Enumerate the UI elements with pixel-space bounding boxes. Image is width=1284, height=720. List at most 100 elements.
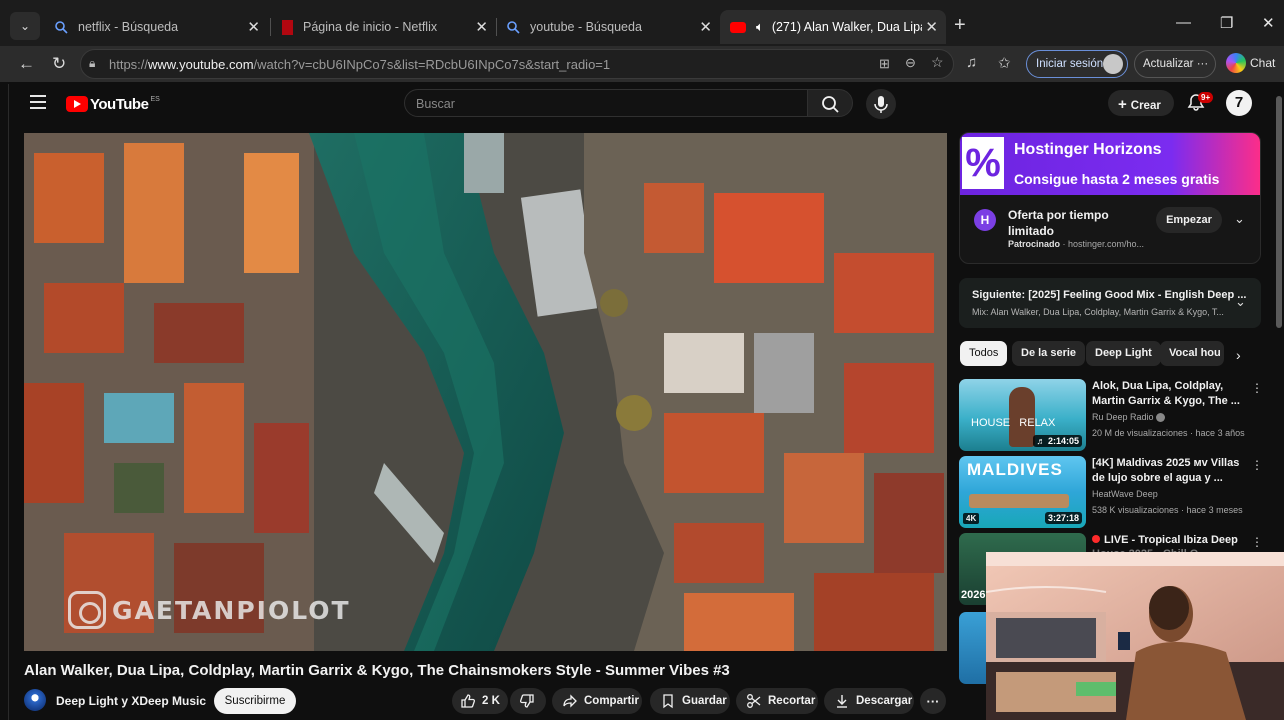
tab-netflix-search[interactable]: netflix - Búsqueda ✕ xyxy=(44,10,268,44)
address-toolbar: ← ↻ 🔒︎ https://www.youtube.com/watch?v=c… xyxy=(0,46,1284,82)
dislike-button[interactable] xyxy=(510,688,546,714)
microphone-icon xyxy=(874,96,888,113)
maximize-icon[interactable]: ❐ xyxy=(1220,14,1233,32)
chevron-down-icon[interactable]: ⌄ xyxy=(1235,294,1246,310)
search-icon xyxy=(506,20,520,34)
close-tab-icon[interactable]: ✕ xyxy=(925,18,938,36)
close-tab-icon[interactable]: ✕ xyxy=(699,18,712,36)
share-icon xyxy=(563,694,577,708)
playlist-icon: ♬ xyxy=(1036,436,1048,446)
ad-banner-subtitle: Consigue hasta 2 meses gratis xyxy=(1014,171,1220,187)
netflix-icon xyxy=(282,19,293,35)
update-button[interactable]: Actualizar ··· xyxy=(1134,50,1216,78)
video-title: Alan Walker, Dua Lipa, Coldplay, Martin … xyxy=(24,662,730,679)
scrollbar-thumb[interactable] xyxy=(1276,96,1282,328)
refresh-icon[interactable]: ↻ xyxy=(52,54,66,74)
lock-icon[interactable]: 🔒︎ xyxy=(89,56,95,71)
search-icon xyxy=(822,96,839,113)
voice-search-button[interactable] xyxy=(866,89,896,119)
ad-banner[interactable]: % Hostinger Horizons Consigue hasta 2 me… xyxy=(960,133,1260,195)
user-avatar[interactable]: 7 xyxy=(1226,90,1252,116)
chip-series[interactable]: De la serie xyxy=(1012,341,1086,366)
create-button[interactable]: + Crear xyxy=(1108,90,1174,116)
scissors-icon xyxy=(747,694,761,708)
favorites-icon[interactable]: ✩ xyxy=(998,54,1011,72)
search-button[interactable] xyxy=(807,89,853,117)
video-player[interactable]: GAETANPIOLOT xyxy=(24,133,947,651)
chip-vocal-house[interactable]: Vocal hou xyxy=(1160,341,1224,366)
video-duration: ♬ 2:14:05 xyxy=(1033,435,1082,447)
chip-all[interactable]: Todos xyxy=(960,341,1008,366)
download-icon xyxy=(837,695,847,708)
close-window-icon[interactable]: ✕ xyxy=(1262,14,1275,32)
next-mix-panel[interactable]: Siguiente: [2025] Feeling Good Mix - Eng… xyxy=(959,278,1261,328)
subscribe-button[interactable]: Suscribirme xyxy=(214,688,296,714)
recommendation-title: [4K] Maldivas 2025 ᴍᴠ Villas de lujo sob… xyxy=(1092,457,1240,484)
video-thumbnail[interactable]: MALDIVES 4K 3:27:18 xyxy=(959,456,1086,528)
webcam-feed-image xyxy=(986,552,1284,720)
live-indicator-icon xyxy=(1092,535,1100,543)
tab-list-dropdown[interactable]: ⌄ xyxy=(10,12,40,40)
recommendation-title: LIVE - Tropical Ibiza Deep xyxy=(1092,533,1242,548)
thumbnail-text: MALDIVES xyxy=(967,460,1063,479)
more-options-icon[interactable]: ⋮ xyxy=(1251,381,1263,395)
clip-button[interactable]: Recortar xyxy=(736,688,818,714)
sponsored-ad-card[interactable]: % Hostinger Horizons Consigue hasta 2 me… xyxy=(959,132,1261,264)
recommendation-item[interactable]: HOUSE RELAX ♬ 2:14:05 Alok, Dua Lipa, Co… xyxy=(959,379,1263,451)
reader-mode-icon[interactable]: ⊞ xyxy=(879,56,890,72)
save-button[interactable]: Guardar xyxy=(650,688,730,714)
ad-title: Oferta por tiempo limitado xyxy=(1008,208,1109,238)
search-input[interactable]: Buscar xyxy=(404,89,808,117)
chevron-down-icon[interactable]: ⌄ xyxy=(1234,211,1245,227)
recommendation-channel[interactable]: Ru Deep Radio xyxy=(1092,412,1166,423)
download-button[interactable]: Descargar xyxy=(824,688,914,714)
recommendation-channel[interactable]: HeatWave Deep xyxy=(1092,489,1158,499)
more-options-icon[interactable]: ⋮ xyxy=(1251,458,1263,472)
close-tab-icon[interactable]: ✕ xyxy=(247,18,260,36)
url-field[interactable]: 🔒︎ https://www.youtube.com/watch?v=cbU6I… xyxy=(80,49,954,79)
back-icon[interactable]: ← xyxy=(18,54,35,74)
ad-sponsor-line: Patrocinado · hostinger.com/ho... xyxy=(1008,239,1145,249)
tab-netflix-home[interactable]: Página de inicio - Netflix ✕ xyxy=(272,10,496,44)
bookmark-icon xyxy=(663,694,673,709)
youtube-logo[interactable]: YouTube ES xyxy=(66,94,160,114)
close-tab-icon[interactable]: ✕ xyxy=(475,18,488,36)
next-mix-title: Siguiente: [2025] Feeling Good Mix - Eng… xyxy=(972,289,1247,301)
media-control-icon[interactable]: ♫ xyxy=(966,54,977,71)
more-actions-button[interactable]: ··· xyxy=(920,688,946,714)
tab-label: netflix - Búsqueda xyxy=(78,20,179,34)
more-options-icon[interactable]: ⋮ xyxy=(1251,535,1263,549)
youtube-play-icon xyxy=(66,96,88,112)
tab-youtube-video[interactable]: 🔈︎ (271) Alan Walker, Dua Lipa, C ✕ xyxy=(720,10,946,44)
zoom-icon[interactable]: ⊖ xyxy=(905,55,916,71)
chevron-right-icon[interactable]: › xyxy=(1236,347,1241,363)
tab-label: youtube - Búsqueda xyxy=(530,20,642,34)
chip-deep-light[interactable]: Deep Light xyxy=(1086,341,1161,366)
ad-cta-button[interactable]: Empezar xyxy=(1156,207,1222,233)
video-duration: 3:27:18 xyxy=(1044,512,1082,524)
quality-badge: 4K xyxy=(963,513,980,524)
thumbnail-year-text: 2026 xyxy=(961,589,986,601)
share-button[interactable]: Compartir xyxy=(552,688,642,714)
new-tab-icon[interactable]: + xyxy=(954,14,966,37)
video-watermark: GAETANPIOLOT xyxy=(68,591,351,629)
search-icon xyxy=(54,20,68,34)
youtube-icon xyxy=(730,21,746,33)
tab-youtube-search[interactable]: youtube - Búsqueda ✕ xyxy=(496,10,720,44)
copilot-chat-button[interactable]: Chat xyxy=(1226,53,1275,73)
recommendation-thumbnail-partial[interactable] xyxy=(959,612,989,684)
speaker-icon[interactable]: 🔈︎ xyxy=(756,19,764,35)
hamburger-menu-icon[interactable] xyxy=(30,95,46,109)
sign-in-button[interactable]: Iniciar sesión xyxy=(1026,50,1128,78)
verified-icon xyxy=(1156,413,1166,423)
favorite-star-icon[interactable]: ☆ xyxy=(931,54,944,71)
ad-brand-logo: H xyxy=(974,209,996,231)
recommendation-item[interactable]: MALDIVES 4K 3:27:18 [4K] Maldivas 2025 ᴍ… xyxy=(959,456,1263,528)
recommendation-title: Alok, Dua Lipa, Coldplay, Martin Garrix … xyxy=(1092,380,1240,407)
channel-avatar[interactable] xyxy=(24,689,46,711)
video-frame-aerial-city xyxy=(24,133,947,651)
channel-name[interactable]: Deep Light y XDeep Music xyxy=(56,694,206,708)
video-thumbnail[interactable]: HOUSE RELAX ♬ 2:14:05 xyxy=(959,379,1086,451)
like-button[interactable]: 2 K xyxy=(452,688,508,714)
minimize-icon[interactable]: — xyxy=(1176,14,1191,31)
